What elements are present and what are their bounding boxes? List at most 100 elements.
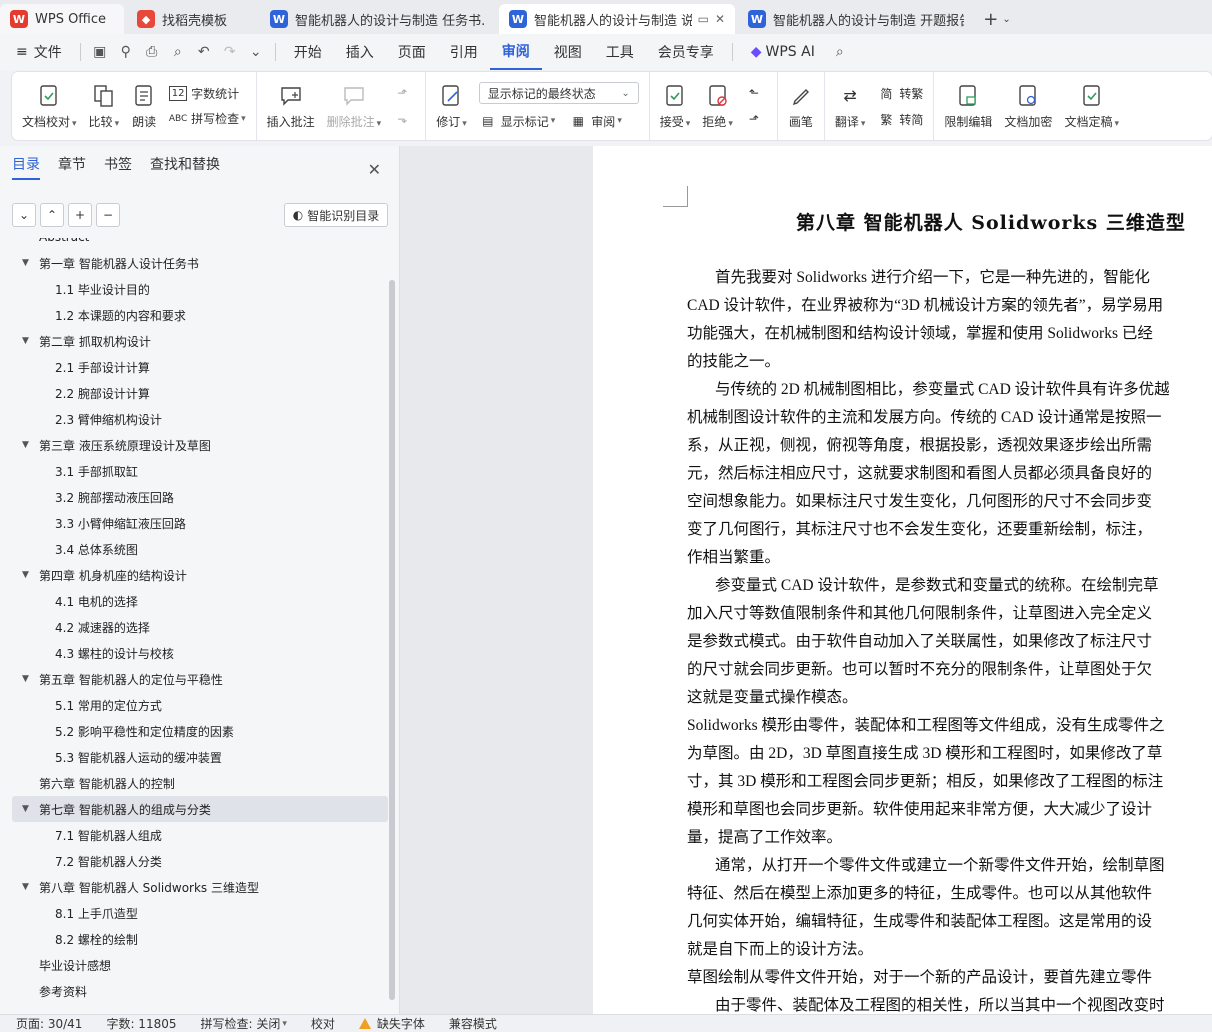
review-pane-button[interactable]: ▦ 审阅 ▾ [569,112,622,130]
expand-arrow-icon[interactable]: ▼ [22,258,39,268]
quick-access-more-icon[interactable]: ⌄ [243,39,269,65]
word-count-button[interactable]: 12 字数统计 [169,85,246,102]
toc-item[interactable]: 参考资料 [12,978,388,1004]
search-icon[interactable]: ⌕ [827,39,853,65]
panel-tab-sections[interactable]: 章节 [58,154,86,180]
toc-item[interactable]: Abstract [12,238,388,250]
add-heading-icon[interactable]: + [68,203,92,227]
toc-item[interactable]: 7.1 智能机器人组成 [12,822,388,848]
toc-item[interactable]: ▼ 第三章 液压系统原理设计及草图 [12,432,388,458]
toc-item[interactable]: ▼ 第五章 智能机器人的定位与平稳性 [12,666,388,692]
to-traditional-button[interactable]: 简 转繁 [877,84,923,102]
print-preview-icon[interactable]: ⌕ [165,39,191,65]
menu-member[interactable]: 会员专享 [646,34,726,70]
next-comment-icon[interactable]: ⬎ [393,110,415,128]
collapse-up-icon[interactable]: ⌃ [40,203,64,227]
finalize-button[interactable]: 文档定稿 ▾ [1058,74,1125,138]
page-indicator[interactable]: 页面: 30/41 [0,1015,94,1032]
compare-button[interactable]: 比较 ▾ [83,74,126,138]
toc-item[interactable]: 8.1 上手爪造型 [12,900,388,926]
translate-button[interactable]: ⇄ 翻译 ▾ [829,74,872,138]
encrypt-button[interactable]: 文档加密 [998,74,1058,138]
expand-arrow-icon[interactable]: ▼ [22,440,39,450]
read-aloud-button[interactable]: 朗读 [125,74,163,138]
monitor-icon[interactable]: ▭ [692,12,709,26]
expand-arrow-icon[interactable]: ▼ [22,336,39,346]
toc-item[interactable]: ▼ 第七章 智能机器人的组成与分类 [12,796,388,822]
menu-review[interactable]: 审阅 [489,34,542,70]
toc-item[interactable]: 1.2 本课题的内容和要求 [12,302,388,328]
markup-state-select[interactable]: 显示标记的最终状态 ⌄ [478,82,639,104]
expand-arrow-icon[interactable]: ▼ [22,804,39,814]
spell-check-button[interactable]: ABC 拼写检查 ▾ [169,110,246,128]
toc-item[interactable]: 4.3 螺柱的设计与校核 [12,640,388,666]
pen-button[interactable]: 画笔 [782,74,820,138]
toc-item[interactable]: 3.3 小臂伸缩缸液压回路 [12,510,388,536]
doc-check-button[interactable]: 文档校对 ▾ [16,74,83,138]
toc-item[interactable]: ▼ 第一章 智能机器人设计任务书 [12,250,388,276]
delete-comment-button[interactable]: 删除批注 ▾ [321,74,388,138]
menu-tools[interactable]: 工具 [594,34,646,70]
toc-item[interactable]: 第六章 智能机器人的控制 [12,770,388,796]
toc-scrollbar[interactable] [389,280,395,1000]
expand-arrow-icon[interactable]: ▼ [22,570,39,580]
remove-heading-icon[interactable]: − [96,203,120,227]
toc-item[interactable]: 4.2 减速器的选择 [12,614,388,640]
menu-home[interactable]: 开始 [282,34,334,70]
save-icon[interactable]: ▣ [87,39,113,65]
toc-item[interactable]: 8.2 螺栓的绘制 [12,926,388,952]
toc-scrollbar-thumb[interactable] [389,280,395,1000]
tab-document-task[interactable]: W 智能机器人的设计与制造 任务书.docx [260,4,496,34]
toc-item[interactable]: 2.1 手部设计计算 [12,354,388,380]
wps-ai-button[interactable]: ◆ WPS AI [739,34,827,70]
proof-indicator[interactable]: 校对 [299,1015,347,1032]
restrict-edit-button[interactable]: 限制编辑 [938,74,998,138]
undo-icon[interactable]: ↶ [191,39,217,65]
panel-tab-bookmarks[interactable]: 书签 [104,154,132,180]
previous-change-icon[interactable]: ⬑ [745,84,767,102]
toc-item[interactable]: 2.3 臂伸缩机构设计 [12,406,388,432]
tab-document-active[interactable]: W 智能机器人的设计与制造 说明 ▭ ✕ [499,4,735,34]
toc-item[interactable]: 2.2 腕部设计计算 [12,380,388,406]
toc-item[interactable]: 7.2 智能机器人分类 [12,848,388,874]
missing-font-indicator[interactable]: 缺失字体 [347,1015,437,1032]
expand-arrow-icon[interactable]: ▼ [22,882,39,892]
menu-view[interactable]: 视图 [542,34,594,70]
tab-document-proposal[interactable]: W 智能机器人的设计与制造 开题报告.docx [738,4,974,34]
document-page[interactable]: 第八章 智能机器人 Solidworks 三维造型 首先我要对 Solidwor… [593,146,1212,1014]
toc-item[interactable]: 3.4 总体系统图 [12,536,388,562]
smart-toc-button[interactable]: ◐ 智能识别目录 [284,203,388,227]
reject-button[interactable]: 拒绝 ▾ [696,74,739,138]
new-tab-button[interactable]: + ⌄ [977,4,1017,34]
word-count-indicator[interactable]: 字数: 11805 [94,1015,188,1032]
panel-tab-find-replace[interactable]: 查找和替换 [150,154,220,180]
menu-references[interactable]: 引用 [438,34,490,70]
toc-item[interactable]: 1.1 毕业设计目的 [12,276,388,302]
menu-insert[interactable]: 插入 [334,34,386,70]
toc-item[interactable]: ▼ 第二章 抓取机构设计 [12,328,388,354]
tab-wps-home[interactable]: W WPS Office [0,4,124,34]
file-menu[interactable]: ≡ 文件 [0,34,74,70]
print-icon[interactable]: ⎙ [139,39,165,65]
toc-item[interactable]: 3.1 手部抓取缸 [12,458,388,484]
menu-page[interactable]: 页面 [386,34,438,70]
close-panel-icon[interactable]: ✕ [368,160,381,179]
toc-item[interactable]: 3.2 腕部摆动液压回路 [12,484,388,510]
close-tab-icon[interactable]: ✕ [709,12,725,26]
expand-arrow-icon[interactable]: ▼ [22,674,39,684]
panel-tab-toc[interactable]: 目录 [12,154,40,180]
tab-template[interactable]: ◆ 找稻壳模板 [127,4,257,34]
toc-item[interactable]: 4.1 电机的选择 [12,588,388,614]
toc-item[interactable]: 毕业设计感想 [12,952,388,978]
toc-item[interactable]: 5.1 常用的定位方式 [12,692,388,718]
show-markup-button[interactable]: ▤ 显示标记 ▾ [479,112,555,130]
toc-item[interactable]: 5.3 智能机器人运动的缓冲装置 [12,744,388,770]
toc-item[interactable]: 5.2 影响平稳性和定位精度的因素 [12,718,388,744]
track-changes-button[interactable]: 修订 ▾ [430,74,473,138]
spell-check-indicator[interactable]: 拼写检查: 关闭 ▾ [189,1015,299,1032]
toc-item[interactable]: ▼ 第四章 机身机座的结构设计 [12,562,388,588]
accept-button[interactable]: 接受 ▾ [654,74,697,138]
redo-icon[interactable]: ↷ [217,39,243,65]
expand-down-icon[interactable]: ⌄ [12,203,36,227]
next-change-icon[interactable]: ⬏ [745,110,767,128]
